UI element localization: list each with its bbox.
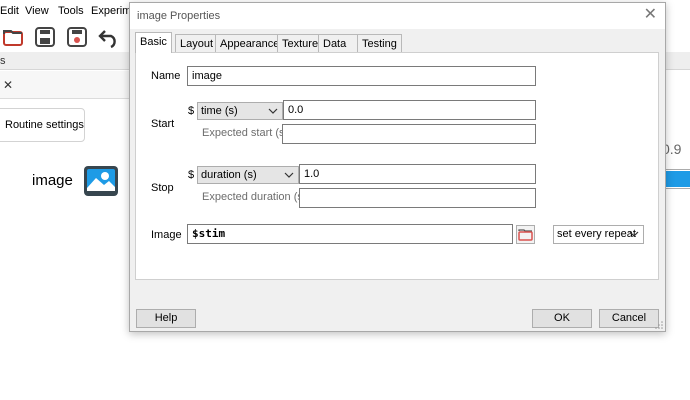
expected-duration-label: Expected duration (s) — [202, 191, 307, 203]
expected-duration-input[interactable] — [299, 188, 536, 208]
tab-texture[interactable]: Texture — [277, 34, 324, 53]
start-label: Start — [151, 118, 175, 130]
start-value-input[interactable]: 0.0 — [283, 100, 536, 120]
stop-type-select[interactable]: duration (s) — [197, 166, 299, 184]
image-component-icon[interactable] — [84, 166, 118, 196]
close-routine-icon[interactable]: ✕ — [3, 78, 13, 92]
tab-appearance[interactable]: Appearance — [215, 34, 285, 53]
menu-edit[interactable]: Edit — [0, 5, 19, 17]
open-folder-icon[interactable] — [2, 26, 24, 48]
save-as-icon[interactable] — [66, 26, 88, 48]
name-input[interactable]: image — [187, 66, 536, 86]
stop-dollar-label: $ — [188, 169, 195, 181]
tab-testing[interactable]: Testing — [357, 34, 402, 53]
chevron-down-icon — [268, 108, 278, 114]
dialog-titlebar[interactable]: image Properties ✕ — [130, 3, 665, 29]
tab-data[interactable]: Data — [318, 34, 358, 53]
stop-value-input[interactable]: 1.0 — [299, 164, 536, 184]
chevron-down-icon — [284, 172, 294, 178]
chevron-down-icon — [629, 231, 639, 237]
image-label: Image — [151, 229, 182, 241]
name-label: Name — [151, 70, 181, 82]
dialog-title: image Properties — [137, 10, 221, 22]
image-input[interactable]: $stim — [187, 224, 513, 244]
image-update-value: set every repeat — [557, 228, 636, 240]
browse-file-button[interactable] — [516, 225, 535, 244]
start-dollar-label: $ — [188, 105, 195, 117]
start-type-value: time (s) — [201, 105, 238, 117]
save-icon[interactable] — [34, 26, 56, 48]
tab-layout[interactable]: Layout — [175, 34, 219, 53]
expected-start-input[interactable] — [282, 124, 536, 144]
routine-tab-bar — [0, 71, 130, 99]
timeline-bar[interactable] — [662, 171, 690, 187]
strip-label: s — [0, 55, 6, 67]
menu-view[interactable]: View — [25, 5, 49, 17]
routine-settings-button[interactable]: Routine settings — [0, 108, 85, 142]
folder-icon — [518, 229, 533, 241]
menu-tools[interactable]: Tools — [58, 5, 84, 17]
close-icon[interactable]: ✕ — [644, 6, 657, 24]
cancel-button[interactable]: Cancel — [599, 309, 659, 328]
expected-start-label: Expected start (s) — [202, 127, 289, 139]
ok-button[interactable]: OK — [532, 309, 592, 328]
resize-grip-icon[interactable] — [655, 321, 663, 329]
tab-basic[interactable]: Basic — [135, 32, 172, 53]
properties-dialog: image Properties ✕ Basic Layout Appearan… — [129, 2, 666, 332]
start-type-select[interactable]: time (s) — [197, 102, 283, 120]
stop-label: Stop — [151, 182, 174, 194]
help-button[interactable]: Help — [136, 309, 196, 328]
stop-type-value: duration (s) — [201, 169, 257, 181]
undo-icon[interactable] — [98, 26, 120, 48]
image-update-select[interactable]: set every repeat — [553, 225, 644, 244]
component-label: image — [32, 172, 73, 189]
